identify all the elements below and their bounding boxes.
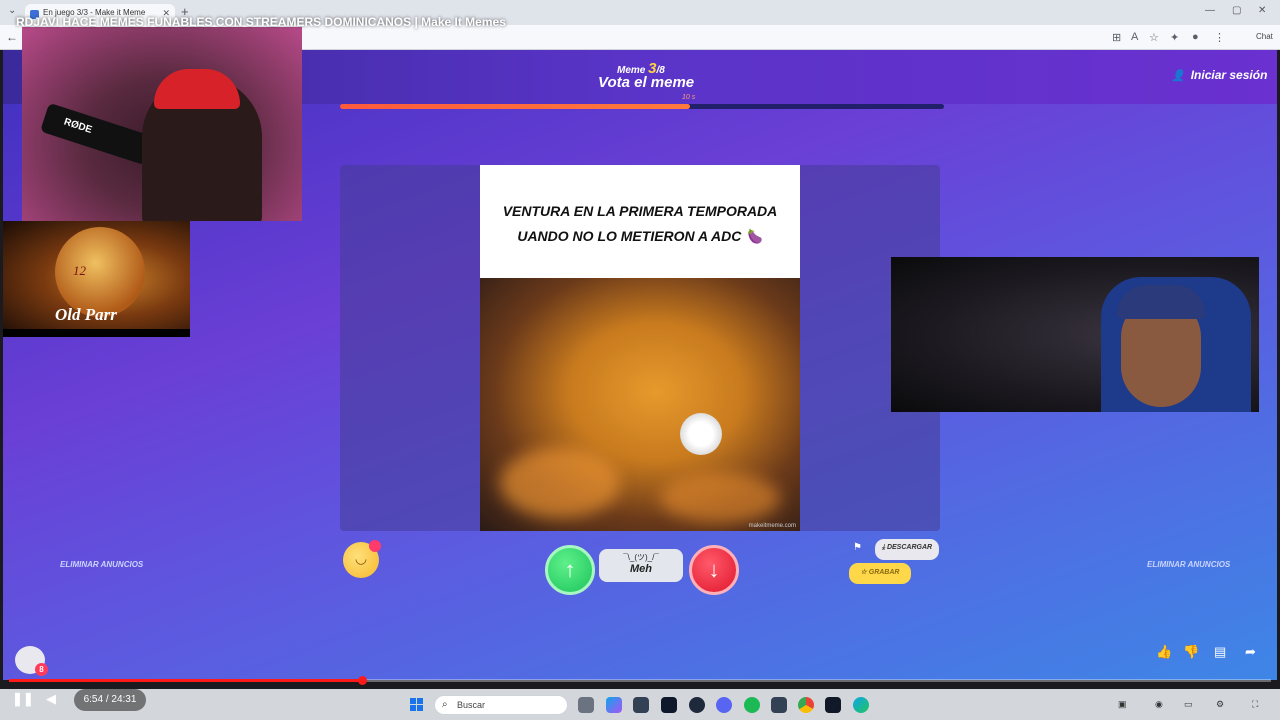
volume-icon: ◀ [46,691,56,706]
remove-ads-right-link[interactable]: ELIMINAR ANUNCIOS [1147,560,1230,569]
heart-icon [369,540,381,552]
taskbar-search-placeholder: Buscar [457,700,486,710]
emoji-reaction-button[interactable]: ◡ [343,540,381,578]
sponsor-ad-banner: 12 Old Parr [3,221,190,337]
chat-bubble-button[interactable]: 8 [15,646,48,676]
tray-icon[interactable]: ▣ [1118,699,1127,710]
translate-icon[interactable]: A [1131,31,1138,43]
edge-icon[interactable] [853,697,869,713]
ad-age: 12 [73,263,86,278]
favorite-star-icon[interactable]: ☆ [1149,31,1159,44]
app-icon[interactable] [771,697,787,713]
extensions-icon[interactable]: ✦ [1170,31,1179,44]
windows-taskbar: ⌕ Buscar ▣ ◉ ▭ ⚙ ⛶ [0,689,1280,720]
round-timer: 10 s [682,94,696,101]
chrome-icon[interactable] [798,697,814,713]
chat-label[interactable]: Chat [1256,32,1273,41]
pause-button[interactable]: ❚❚ [12,691,34,711]
upvote-button[interactable]: ↑ [545,545,595,595]
video-actions: 👍 👎 ▤ ➦ [1150,644,1270,664]
bottle-shape [55,227,145,317]
microphone-shape: RØDE [40,102,154,166]
taskview-icon[interactable] [578,697,594,713]
meh-label: Meh [630,563,652,575]
video-timeline[interactable] [9,676,1271,685]
ad-fine-print [3,329,190,337]
discord-icon[interactable] [716,697,732,713]
start-tile [410,705,416,711]
streamer-webcam-left: RØDE [22,27,302,221]
network-icon[interactable]: ◉ [1155,699,1163,710]
maximize-icon[interactable]: ▢ [1232,5,1241,16]
report-flag-icon[interactable]: ⚑ [853,542,862,553]
downvote-button[interactable]: ↓ [689,545,739,595]
ad-brand: Old Parr [55,305,117,324]
captions-icon[interactable]: ▭ [1184,699,1193,710]
streamer-webcam-right [891,257,1259,412]
meh-vote-button[interactable]: ¯\_(ツ)_/¯ Meh [599,549,683,582]
video-title: RDJAVI HACE MEMES FUNABLES CON STREAMERS… [16,15,506,29]
game-app-icon[interactable] [825,697,841,713]
shrug-text: ¯\_(ツ)_/¯ [623,553,659,562]
record-label: GRABAR [868,569,900,576]
download-label: DESCARGAR [886,544,933,551]
minimize-icon[interactable]: — [1205,5,1215,16]
blue-cap-shape [1117,285,1205,319]
round-progress-fill [340,104,691,109]
login-button[interactable]: 👤 Iniciar sesión [1171,68,1267,82]
arrow-down-icon: ↓ [708,557,720,582]
start-tile [417,698,423,704]
obs-icon[interactable] [689,697,705,713]
copilot-icon[interactable] [606,697,622,713]
meme-blur-shape [660,473,780,523]
download-button[interactable]: ⤓ DESCARGAR [875,539,939,560]
taskbar-search[interactable]: ⌕ Buscar [434,695,568,715]
meme-watermark: makeitmeme.com [748,523,796,529]
terminal-icon[interactable] [661,697,677,713]
arrow-up-icon: ↑ [564,557,576,582]
profile-icon[interactable]: ● [1192,31,1199,43]
back-icon[interactable]: ← [6,30,18,44]
red-cap-shape [154,69,240,109]
chat-badge: 8 [35,663,48,676]
vote-title: Vota el meme [598,74,695,91]
login-label: Iniciar sesión [1190,68,1268,82]
share-icon[interactable]: ➦ [1245,644,1256,660]
search-icon: ⌕ [442,699,448,710]
record-star-icon: ☆ [860,569,869,576]
menu-icon[interactable]: ⋮ [1214,31,1225,44]
start-tile [410,698,416,704]
window-close-icon[interactable]: ✕ [1258,5,1266,16]
round-progress-bar [340,104,944,109]
video-time: 6:54 / 24:31 [74,689,146,711]
meme-picture: makeitmeme.com [480,278,800,531]
remove-ads-left-link[interactable]: ELIMINAR ANUNCIOS [60,560,143,569]
pause-icon: ❚❚ [12,691,34,706]
meme-eye-shape [680,413,722,455]
start-tile [417,705,423,711]
timeline-scrubber[interactable] [358,676,368,685]
mic-brand: RØDE [62,116,94,136]
windows-start-icon[interactable] [410,698,424,712]
store-icon[interactable] [633,697,649,713]
spotify-icon[interactable] [744,697,760,713]
apps-icon[interactable]: ⊞ [1112,31,1121,44]
record-button[interactable]: ☆ GRABAR [849,563,911,584]
comment-icon[interactable]: ▤ [1214,644,1226,660]
fullscreen-icon[interactable]: ⛶ [1252,699,1258,710]
smiley-icon: ◡ [354,550,368,566]
timeline-played [9,679,363,682]
dislike-icon[interactable]: 👎 [1183,644,1199,660]
meme-image: VENTURA EN LA PRIMERA TEMPORADA UANDO NO… [480,165,800,531]
settings-gear-icon[interactable]: ⚙ [1216,699,1224,710]
user-icon: 👤 [1171,70,1185,82]
meme-caption: VENTURA EN LA PRIMERA TEMPORADA UANDO NO… [480,165,800,278]
like-icon[interactable]: 👍 [1156,644,1172,660]
meme-blur-shape [500,448,620,518]
volume-button[interactable]: ◀ [46,691,56,707]
